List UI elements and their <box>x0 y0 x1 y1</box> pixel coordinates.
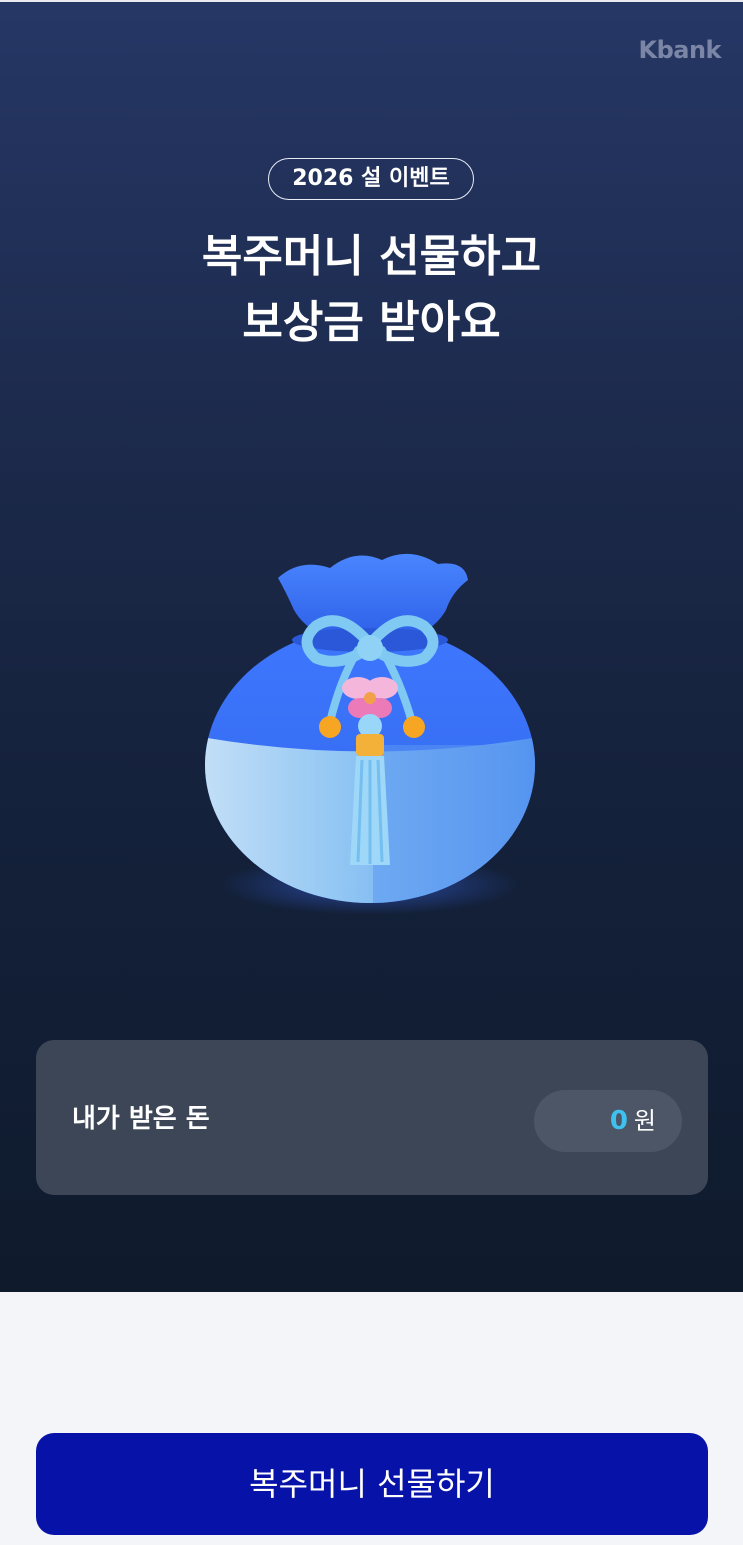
received-money-amount: 0 <box>609 1106 628 1136</box>
hero-section: Kbank 2026 설 이벤트 복주머니 선물하고 보상금 받아요 내가 받은… <box>0 0 743 1292</box>
top-divider <box>0 0 743 2</box>
title-line-2: 보상금 받아요 <box>242 297 501 348</box>
title-line-1: 복주머니 선물하고 <box>201 231 542 282</box>
received-money-card: 내가 받은 돈 0원 <box>36 1040 708 1195</box>
lucky-pouch-illustration <box>190 530 550 920</box>
received-money-amount-pill: 0원 <box>534 1090 682 1152</box>
page-title: 복주머니 선물하고 보상금 받아요 <box>0 224 743 356</box>
gift-pouch-button[interactable]: 복주머니 선물하기 <box>36 1433 708 1535</box>
received-money-label: 내가 받은 돈 <box>72 1104 210 1134</box>
event-badge: 2026 설 이벤트 <box>268 158 474 200</box>
kbank-logo: Kbank <box>638 36 721 64</box>
currency-unit: 원 <box>633 1107 656 1135</box>
event-page: Kbank 2026 설 이벤트 복주머니 선물하고 보상금 받아요 내가 받은… <box>0 0 743 1545</box>
